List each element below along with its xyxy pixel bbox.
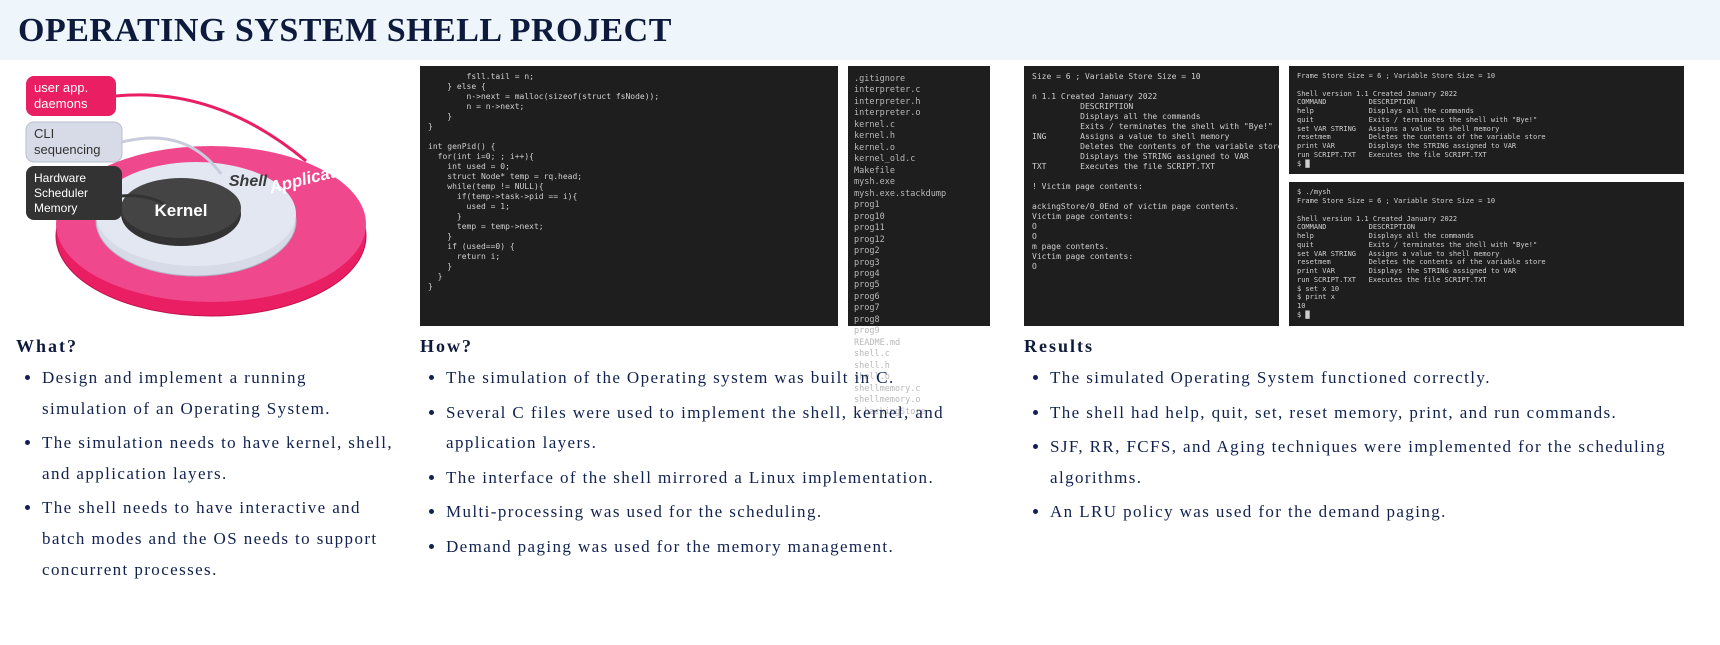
results-item: The simulated Operating System functione… [1050,363,1712,394]
how-item: Multi-processing was used for the schedu… [446,497,1000,528]
callout-userapp-line1: user app. [34,80,88,95]
what-item: The shell needs to have interactive and … [42,493,396,585]
heading-what: What? [16,336,396,357]
how-item: The interface of the shell mirrored a Li… [446,463,1000,494]
file-tree-pane: .gitignore interpreter.c interpreter.h i… [848,66,990,326]
terminal-output-right-stack: Frame Store Size = 6 ; Variable Store Si… [1289,66,1684,326]
how-item: Several C files were used to implement t… [446,398,1000,459]
callout-cli-line1: CLI [34,126,54,141]
terminal-output-top: Frame Store Size = 6 ; Variable Store Si… [1289,66,1684,174]
how-item: The simulation of the Operating system w… [446,363,1000,394]
heading-results: Results [1024,336,1712,357]
page-title: OPERATING SYSTEM SHELL PROJECT [18,12,1702,50]
terminal-output-left: Size = 6 ; Variable Store Size = 10 n 1.… [1024,66,1279,326]
page: OPERATING SYSTEM SHELL PROJECT Kernel Sh… [0,0,1720,645]
results-item: An LRU policy was used for the demand pa… [1050,497,1712,528]
callout-hw-line3: Memory [34,201,77,215]
columns: Kernel Shell Application user app. daemo… [0,60,1720,589]
ring-label-shell: Shell [229,173,268,190]
how-item: Demand paging was used for the memory ma… [446,532,1000,563]
list-what: Design and implement a running simulatio… [20,359,396,589]
heading-how: How? [420,336,1000,357]
title-bar: OPERATING SYSTEM SHELL PROJECT [0,0,1720,60]
what-item: Design and implement a running simulatio… [42,363,396,424]
callout-cli-line2: sequencing [34,142,101,157]
os-layers-diagram: Kernel Shell Application user app. daemo… [16,66,376,326]
what-item: The simulation needs to have kernel, she… [42,428,396,489]
how-figures: fsll.tail = n; } else { n->next = malloc… [420,66,1000,326]
callout-userapp-line2: daemons [34,96,88,111]
list-results: The simulated Operating System functione… [1028,359,1712,532]
terminal-output-bottom: $ ./mysh Frame Store Size = 6 ; Variable… [1289,182,1684,325]
code-editor-pane: fsll.tail = n; } else { n->next = malloc… [420,66,838,326]
column-what: Kernel Shell Application user app. daemo… [16,66,396,589]
results-item: SJF, RR, FCFS, and Aging techniques were… [1050,432,1712,493]
results-figures: Size = 6 ; Variable Store Size = 10 n 1.… [1024,66,1712,326]
column-how: fsll.tail = n; } else { n->next = malloc… [420,66,1000,589]
results-item: The shell had help, quit, set, reset mem… [1050,398,1712,429]
callout-hw-line1: Hardware [34,171,86,185]
diagram-wrap: Kernel Shell Application user app. daemo… [16,66,396,326]
callout-hw-line2: Scheduler [34,186,88,200]
column-results: Size = 6 ; Variable Store Size = 10 n 1.… [1024,66,1712,589]
list-how: The simulation of the Operating system w… [424,359,1000,567]
